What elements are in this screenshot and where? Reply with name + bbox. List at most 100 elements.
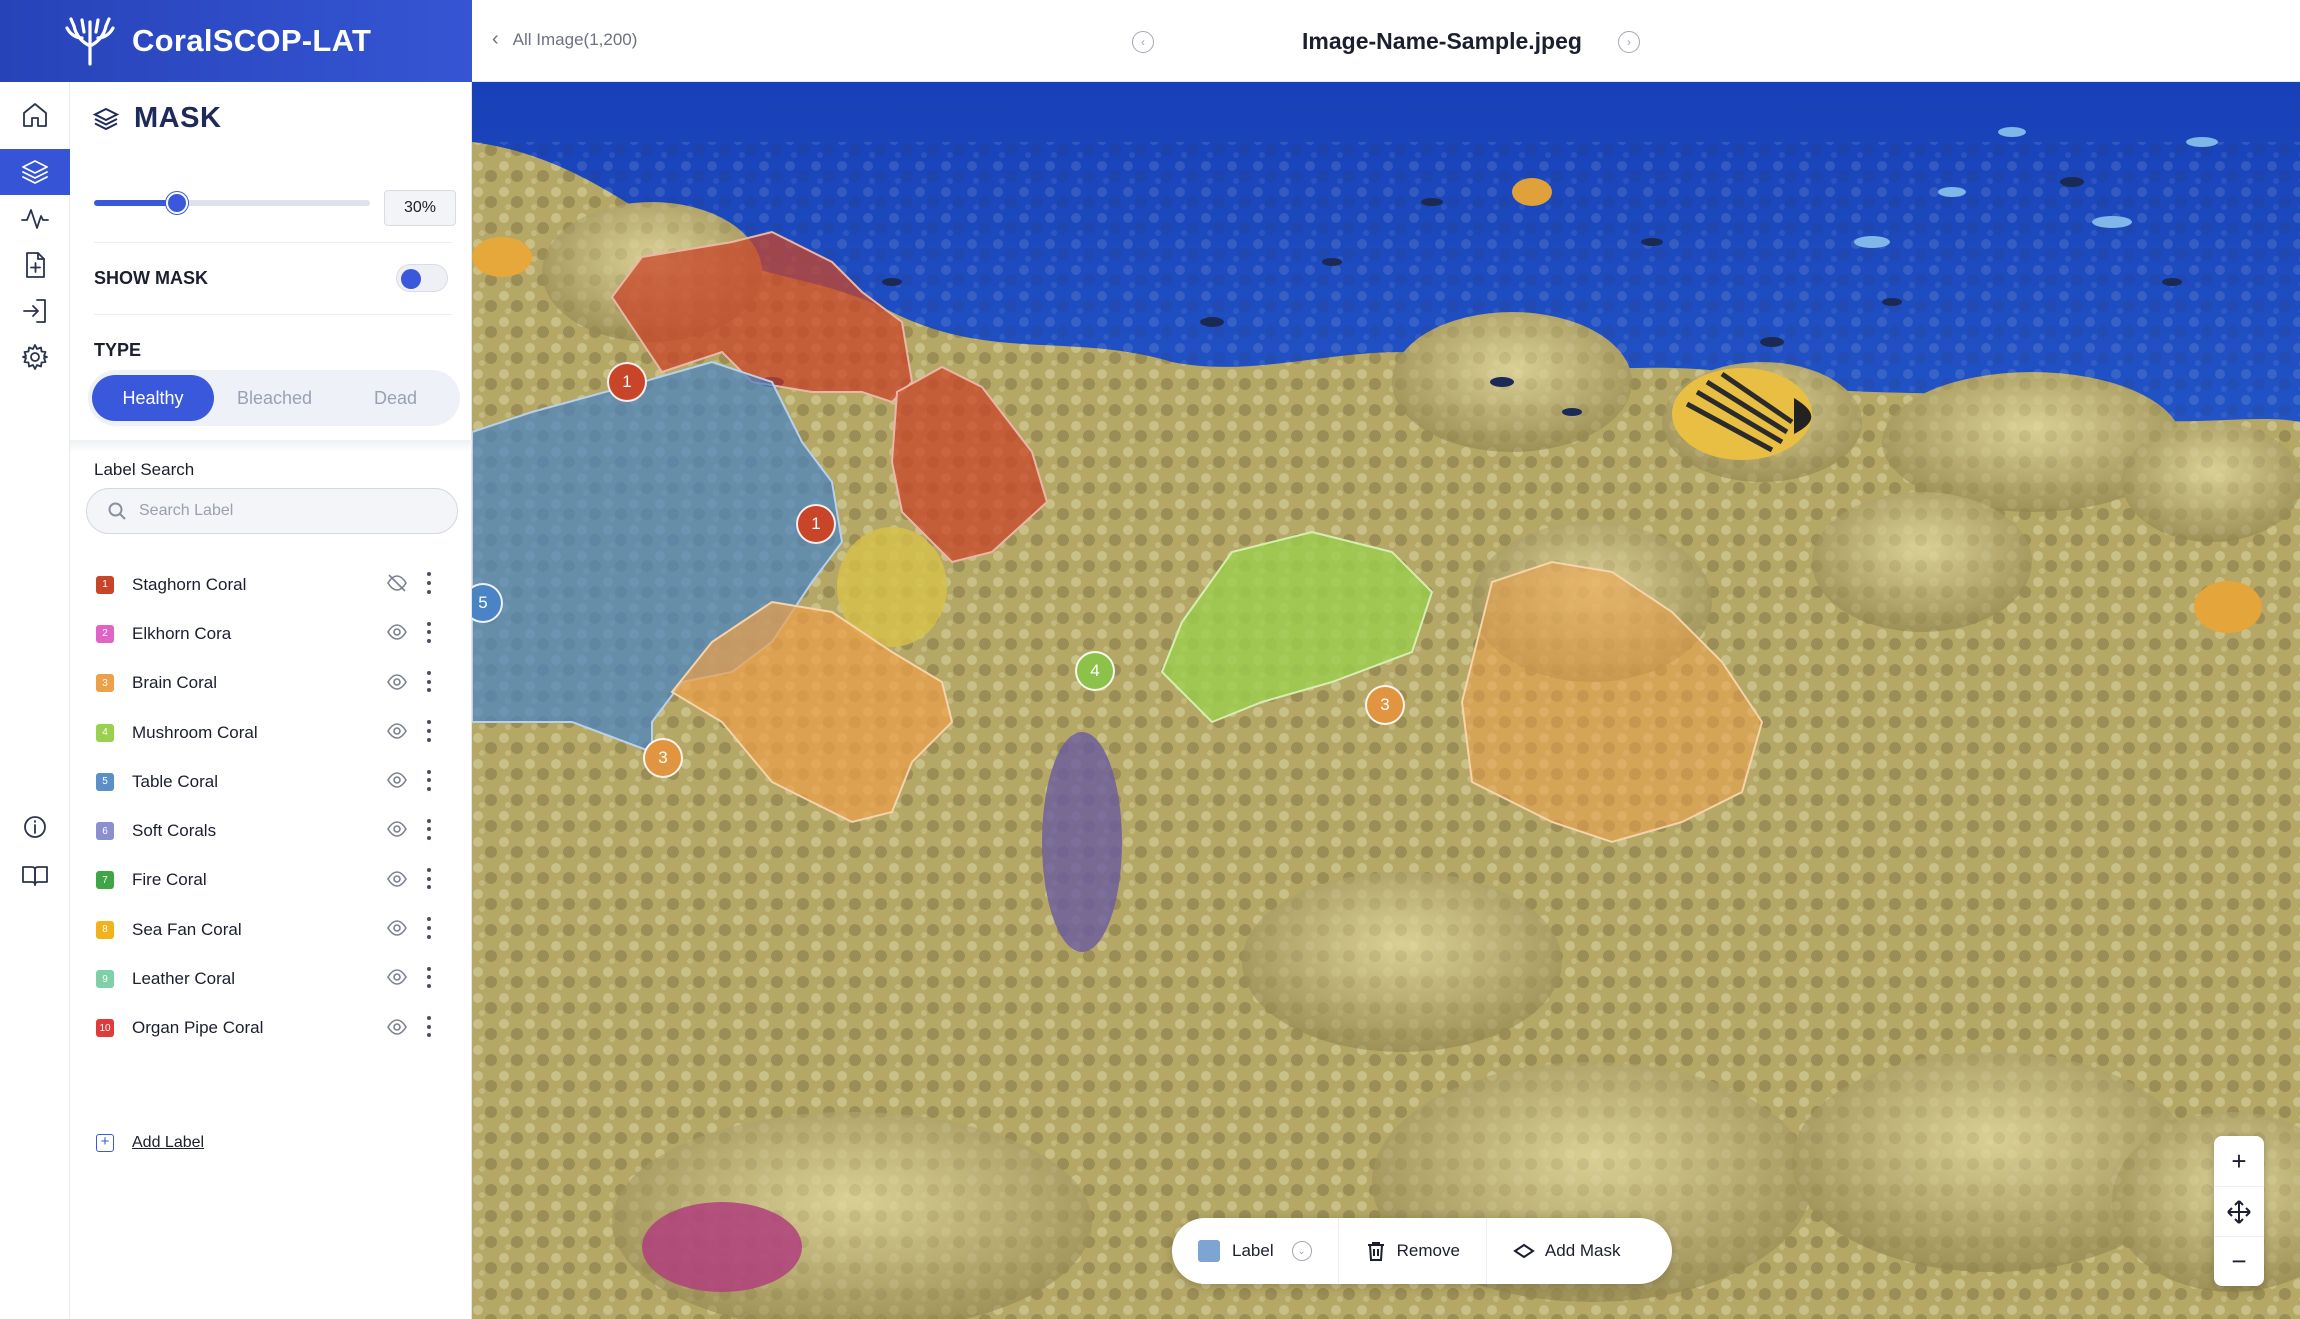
remove-button[interactable]: Remove <box>1337 1218 1486 1284</box>
label-row[interactable]: 2 Elkhorn Cora <box>70 609 472 658</box>
mask-marker[interactable]: 1 <box>607 362 647 402</box>
label-color-chip: 2 <box>96 624 114 643</box>
add-mask-text: Add Mask <box>1544 1241 1621 1260</box>
home-icon <box>23 103 47 127</box>
label-row[interactable]: 6 Soft Corals <box>70 806 472 855</box>
label-name: Sea Fan Coral <box>132 919 242 939</box>
book-icon <box>22 866 48 886</box>
type-bleached[interactable]: Bleached <box>214 375 335 421</box>
label-name: Table Coral <box>132 771 218 791</box>
more-vertical-icon[interactable] <box>422 1014 436 1040</box>
label-row[interactable]: 3 Brain Coral <box>70 659 472 708</box>
rail-settings[interactable] <box>0 324 70 390</box>
more-vertical-icon[interactable] <box>422 767 436 793</box>
minus-icon: − <box>2231 1246 2247 1276</box>
gear-icon <box>22 344 48 370</box>
login-icon <box>23 299 46 323</box>
label-row[interactable]: 8 Sea Fan Coral <box>70 905 472 954</box>
label-color-chip: 10 <box>96 1019 114 1038</box>
label-row[interactable]: 7 Fire Coral <box>70 856 472 905</box>
label-select-text: Label <box>1232 1241 1274 1260</box>
label-row[interactable]: 4 Mushroom Coral <box>70 708 472 757</box>
eye-icon[interactable] <box>386 671 408 693</box>
eye-off-icon[interactable] <box>386 572 408 594</box>
mask-marker[interactable]: 3 <box>1365 685 1405 725</box>
pan-button[interactable] <box>2214 1186 2264 1236</box>
more-vertical-icon[interactable] <box>422 718 436 744</box>
label-row[interactable]: 1 Staghorn Coral <box>70 560 472 609</box>
more-vertical-icon[interactable] <box>422 570 436 596</box>
eye-icon[interactable] <box>386 818 408 840</box>
brand-bar: CoralSCOP-LAT <box>0 0 472 82</box>
eye-icon[interactable] <box>386 917 408 939</box>
zoom-out-button[interactable]: − <box>2214 1236 2264 1286</box>
back-label: All Image(1,200) <box>512 29 638 49</box>
more-vertical-icon[interactable] <box>422 816 436 842</box>
label-name: Fire Coral <box>132 870 207 890</box>
type-dead[interactable]: Dead <box>335 375 456 421</box>
opacity-value[interactable]: 30% <box>384 190 456 226</box>
mask-toolbar: Label ⌄ Remove Add Mask <box>1172 1218 1672 1284</box>
mask-marker[interactable]: 4 <box>1075 651 1115 691</box>
panel-title: MASK <box>92 102 221 135</box>
more-vertical-icon[interactable] <box>422 669 436 695</box>
more-vertical-icon[interactable] <box>422 619 436 645</box>
more-vertical-icon[interactable] <box>422 915 436 941</box>
layers-icon <box>92 107 120 130</box>
label-list: 1 Staghorn Coral 2 Elkhorn Cora 3 Brain Coral… <box>70 560 472 1053</box>
next-image-button[interactable]: › <box>1618 31 1640 53</box>
trash-icon <box>1367 1242 1384 1261</box>
add-label-text: Add Label <box>132 1134 205 1151</box>
rail-docs[interactable] <box>0 842 70 908</box>
label-select[interactable]: Label ⌄ <box>1172 1218 1338 1284</box>
label-row[interactable]: 9 Leather Coral <box>70 954 472 1003</box>
zoom-in-button[interactable]: + <box>2214 1136 2264 1186</box>
type-label: TYPE <box>94 340 142 360</box>
image-canvas[interactable]: 1 1 5 4 3 3 <box>472 82 2300 1319</box>
search-input[interactable] <box>139 502 439 520</box>
move-icon <box>2227 1199 2251 1224</box>
label-name: Elkhorn Cora <box>132 623 232 643</box>
opacity-slider[interactable] <box>94 192 370 214</box>
info-icon <box>24 816 46 838</box>
eye-icon[interactable] <box>386 868 408 890</box>
layers-icon <box>22 160 48 184</box>
chevron-right-icon: › <box>1627 35 1631 49</box>
search-icon <box>108 502 126 520</box>
chevron-left-icon: ‹ <box>492 28 499 50</box>
label-row[interactable]: 10 Organ Pipe Coral <box>70 1004 472 1053</box>
label-row[interactable]: 5 Table Coral <box>70 757 472 806</box>
plus-square-icon: + <box>96 1134 114 1152</box>
type-healthy[interactable]: Healthy <box>92 375 214 421</box>
add-mask-button[interactable]: Add Mask <box>1485 1218 1647 1284</box>
chevron-left-icon: ‹ <box>1141 35 1145 49</box>
back-to-all-images[interactable]: ‹ All Image(1,200) <box>492 28 637 51</box>
more-vertical-icon[interactable] <box>422 866 436 892</box>
label-color-chip: 6 <box>96 822 114 841</box>
add-label-button[interactable]: + Add Label <box>96 1134 204 1152</box>
label-color-chip: 1 <box>96 575 114 594</box>
toggle-knob <box>401 269 421 289</box>
plus-icon: + <box>2231 1145 2247 1176</box>
label-name: Leather Coral <box>132 969 236 989</box>
eye-icon[interactable] <box>386 1016 408 1038</box>
label-color-chip: 3 <box>96 674 114 693</box>
icon-rail <box>0 82 70 1319</box>
polygon-icon <box>1513 1243 1535 1259</box>
more-vertical-icon[interactable] <box>422 964 436 990</box>
label-color-chip: 5 <box>96 772 114 791</box>
label-color-swatch <box>1198 1240 1220 1262</box>
label-color-chip: 4 <box>96 723 114 742</box>
eye-icon[interactable] <box>386 621 408 643</box>
mask-marker[interactable]: 1 <box>796 504 836 544</box>
eye-icon[interactable] <box>386 720 408 742</box>
opacity-slider-handle[interactable] <box>165 192 188 214</box>
coral-logo-icon <box>65 17 115 66</box>
mask-marker[interactable]: 3 <box>643 738 683 778</box>
eye-icon[interactable] <box>386 966 408 988</box>
prev-image-button[interactable]: ‹ <box>1132 31 1154 53</box>
eye-icon[interactable] <box>386 769 408 791</box>
show-mask-toggle[interactable] <box>396 264 448 292</box>
label-color-chip: 8 <box>96 920 114 939</box>
remove-text: Remove <box>1396 1241 1460 1260</box>
